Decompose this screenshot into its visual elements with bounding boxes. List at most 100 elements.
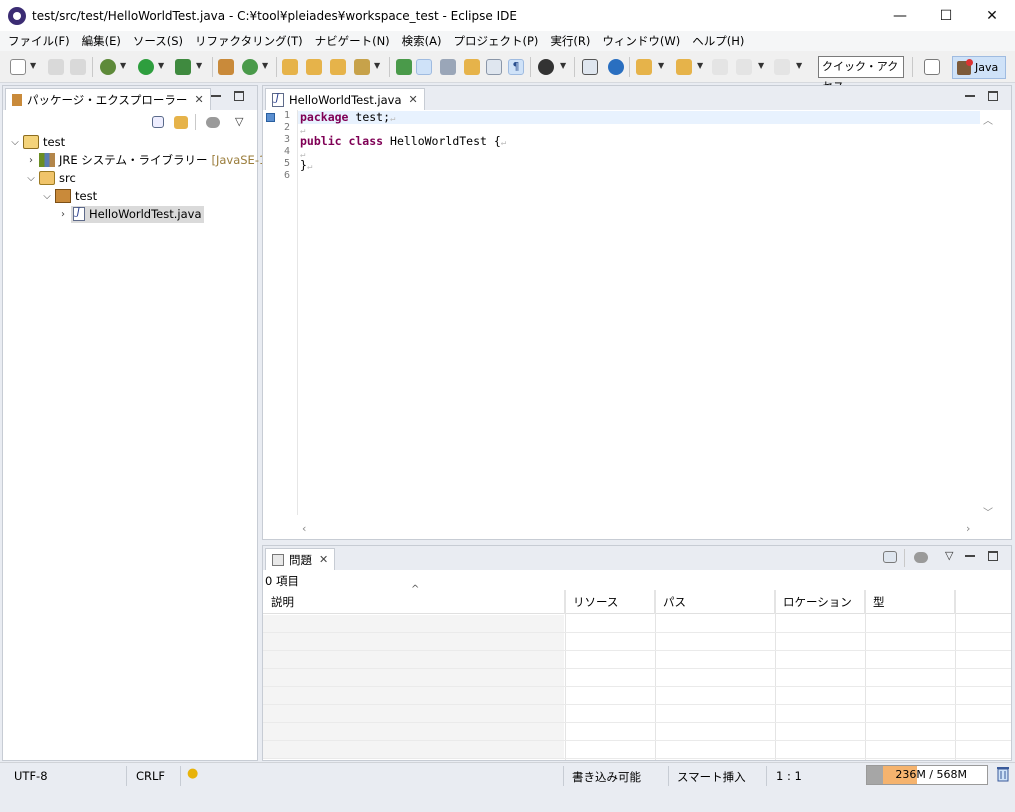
forward-dropdown-icon[interactable]: ▼ bbox=[796, 61, 802, 70]
show-source-icon[interactable] bbox=[486, 59, 502, 75]
expand-chevron-icon[interactable]: ⌵ bbox=[9, 137, 21, 148]
close-tab-icon[interactable]: ✕ bbox=[194, 93, 203, 106]
close-button[interactable]: ✕ bbox=[969, 0, 1015, 31]
new-icon[interactable] bbox=[10, 59, 26, 75]
menu-search[interactable]: 検索(A) bbox=[396, 33, 448, 49]
minimize-view-icon[interactable] bbox=[965, 555, 975, 557]
previous-annotation-icon[interactable] bbox=[676, 59, 692, 75]
close-tab-icon[interactable]: ✕ bbox=[319, 553, 328, 566]
lightbulb-icon[interactable]: ● bbox=[187, 766, 198, 781]
quick-access-input[interactable]: クイック・アクセス bbox=[818, 56, 904, 93]
debug-icon[interactable] bbox=[100, 59, 116, 75]
menu-file[interactable]: ファイル(F) bbox=[2, 33, 76, 49]
link-with-editor-icon[interactable] bbox=[174, 116, 188, 129]
java-perspective-button[interactable]: Java bbox=[952, 56, 1006, 79]
heap-status[interactable]: 236M / 568M bbox=[866, 765, 988, 785]
run-dropdown-icon[interactable]: ▼ bbox=[158, 61, 164, 70]
view-menu-icon[interactable]: ▽ bbox=[235, 115, 243, 128]
editor-horizontal-scrollbar[interactable]: ‹ › bbox=[300, 522, 980, 536]
tab-package-explorer[interactable]: パッケージ・エクスプローラー ✕ bbox=[5, 88, 211, 110]
menu-project[interactable]: プロジェクト(P) bbox=[448, 33, 545, 49]
menu-source[interactable]: ソース(S) bbox=[127, 33, 189, 49]
scroll-right-icon[interactable]: › bbox=[966, 522, 970, 535]
previous-annotation-dropdown-icon[interactable]: ▼ bbox=[697, 61, 703, 70]
column-description[interactable]: 説明 bbox=[263, 590, 565, 614]
menu-run[interactable]: 実行(R) bbox=[544, 33, 596, 49]
menu-edit[interactable]: 編集(E) bbox=[76, 33, 127, 49]
tab-problems[interactable]: 問題 ✕ bbox=[265, 548, 336, 570]
collapsed-chevron-icon[interactable]: › bbox=[57, 209, 69, 220]
tree-item-java-file[interactable]: › HelloWorldTest.java bbox=[57, 205, 204, 223]
maximize-view-icon[interactable] bbox=[988, 91, 998, 101]
tree-item-jre-library[interactable]: › JRE システム・ライブラリー [JavaSE-1.8] bbox=[25, 151, 282, 169]
menu-navigate[interactable]: ナビゲート(N) bbox=[309, 33, 396, 49]
selected-tree-item[interactable]: HelloWorldTest.java bbox=[71, 205, 204, 223]
editor-vertical-scrollbar[interactable]: ︿ ﹀ bbox=[980, 112, 996, 522]
expand-chevron-icon[interactable]: ⌵ bbox=[41, 191, 53, 202]
scroll-down-icon[interactable]: ﹀ bbox=[983, 504, 993, 519]
status-encoding[interactable]: UTF-8 bbox=[14, 769, 48, 783]
column-resource[interactable]: リソース bbox=[565, 590, 655, 614]
block-selection-icon[interactable] bbox=[440, 59, 456, 75]
minimize-view-icon[interactable] bbox=[965, 95, 975, 97]
column-location[interactable]: ロケーション bbox=[775, 590, 865, 614]
next-annotation-icon[interactable] bbox=[636, 59, 652, 75]
tab-label: 問題 bbox=[289, 552, 312, 567]
external-tools-dropdown-icon[interactable]: ▼ bbox=[196, 61, 202, 70]
scroll-left-icon[interactable]: ‹ bbox=[302, 522, 306, 535]
column-type[interactable]: 型 bbox=[865, 590, 955, 614]
back-arrow-icon[interactable] bbox=[736, 59, 752, 75]
new-class-icon[interactable] bbox=[242, 59, 258, 75]
back-dropdown-icon[interactable]: ▼ bbox=[758, 61, 764, 70]
debug-dropdown-icon[interactable]: ▼ bbox=[120, 61, 126, 70]
column-path[interactable]: パス bbox=[655, 590, 775, 614]
external-tools-icon[interactable] bbox=[175, 59, 191, 75]
new-dropdown-icon[interactable]: ▼ bbox=[30, 61, 36, 70]
minimize-button[interactable]: — bbox=[877, 0, 923, 31]
view-menu-icon[interactable]: ▽ bbox=[945, 549, 953, 562]
menu-window[interactable]: ウィンドウ(W) bbox=[596, 33, 686, 49]
focus-on-selection-icon[interactable] bbox=[883, 551, 897, 563]
settings-gear-icon[interactable] bbox=[608, 59, 624, 75]
open-perspective-icon[interactable] bbox=[924, 59, 940, 75]
save-all-icon[interactable] bbox=[70, 59, 86, 75]
menu-refactor[interactable]: リファクタリング(T) bbox=[189, 33, 309, 49]
new-package-icon[interactable] bbox=[218, 59, 234, 75]
open-task-icon[interactable] bbox=[306, 59, 322, 75]
maximize-view-icon[interactable] bbox=[988, 551, 998, 561]
tree-item-package[interactable]: ⌵ test bbox=[41, 187, 97, 205]
maximize-view-icon[interactable] bbox=[234, 91, 244, 101]
search-icon[interactable] bbox=[354, 59, 370, 75]
tree-item-src[interactable]: ⌵ src bbox=[25, 169, 76, 187]
toggle-highlight-icon[interactable] bbox=[416, 59, 432, 75]
profile-dropdown-icon[interactable]: ▼ bbox=[560, 61, 566, 70]
word-wrap-icon[interactable] bbox=[464, 59, 480, 75]
show-whitespace-icon[interactable]: ¶ bbox=[508, 59, 524, 75]
forward-arrow-icon[interactable] bbox=[774, 59, 790, 75]
menu-help[interactable]: ヘルプ(H) bbox=[686, 33, 750, 49]
status-line-delimiter[interactable]: CRLF bbox=[136, 769, 165, 783]
expand-chevron-icon[interactable]: ⌵ bbox=[25, 173, 37, 184]
run-icon[interactable] bbox=[138, 59, 154, 75]
close-tab-icon[interactable]: ✕ bbox=[409, 93, 418, 106]
console-icon[interactable] bbox=[582, 59, 598, 75]
filters-icon[interactable] bbox=[206, 117, 220, 128]
maximize-button[interactable]: ☐ bbox=[923, 0, 969, 31]
new-class-dropdown-icon[interactable]: ▼ bbox=[262, 61, 268, 70]
next-annotation-dropdown-icon[interactable]: ▼ bbox=[658, 61, 664, 70]
tree-item-project[interactable]: ⌵ test bbox=[9, 133, 65, 151]
toggle-mark-occurrences-icon[interactable] bbox=[396, 59, 412, 75]
search-dropdown-icon[interactable]: ▼ bbox=[374, 61, 380, 70]
scroll-up-icon[interactable]: ︿ bbox=[983, 112, 993, 127]
open-type-icon[interactable] bbox=[282, 59, 298, 75]
collapse-all-icon[interactable] bbox=[152, 116, 164, 128]
tab-hello-world-test[interactable]: HelloWorldTest.java ✕ bbox=[265, 88, 425, 110]
open-resource-icon[interactable] bbox=[330, 59, 346, 75]
collapsed-chevron-icon[interactable]: › bbox=[25, 155, 37, 166]
minimize-view-icon[interactable] bbox=[211, 95, 221, 97]
profile-icon[interactable] bbox=[538, 59, 554, 75]
last-edit-location-icon[interactable] bbox=[712, 59, 728, 75]
filters-icon[interactable] bbox=[914, 552, 928, 563]
garbage-collect-trash-icon[interactable] bbox=[997, 766, 1009, 782]
save-icon[interactable] bbox=[48, 59, 64, 75]
